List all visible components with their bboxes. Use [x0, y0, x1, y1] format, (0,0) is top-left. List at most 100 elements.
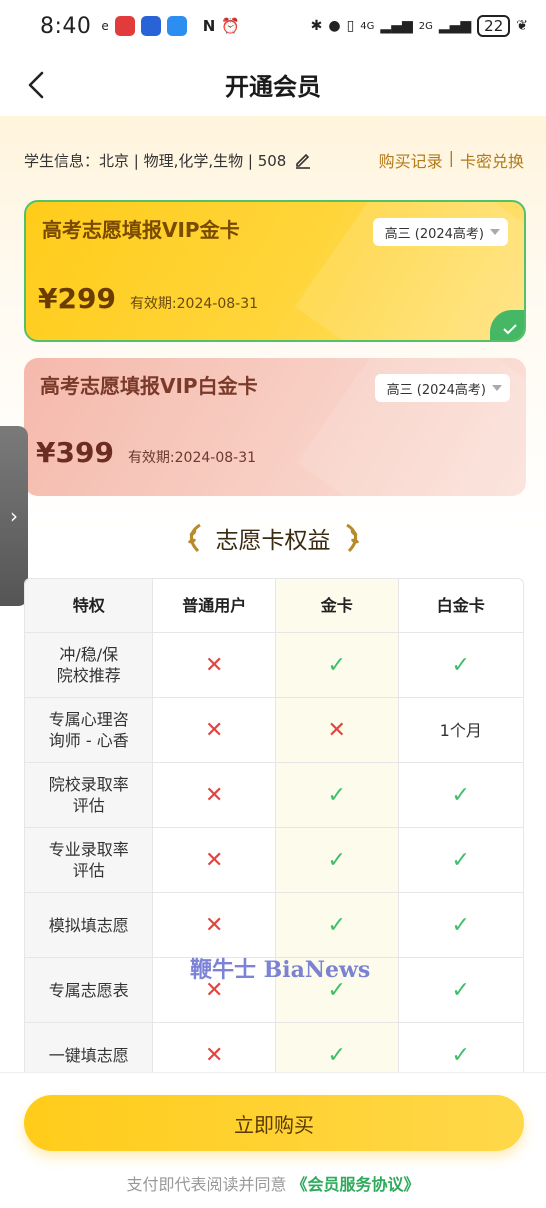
side-drawer-tab[interactable]: › [0, 426, 28, 606]
gold-grade-select[interactable]: 高三 (2024高考) [372, 218, 508, 246]
signal-2g-icon: 2G [418, 20, 433, 32]
table-cell: ✕ [153, 893, 276, 957]
platinum-validity: 有效期:2024-08-31 [127, 450, 257, 466]
table-cell: ✓ [276, 828, 399, 892]
check-icon: ✓ [451, 782, 470, 808]
platinum-grade-select[interactable]: 高三 (2024高考) [374, 374, 510, 402]
table-header-row: 特权 普通用户 金卡 白金卡 [25, 579, 523, 633]
status-bar: 8:40 e N ⏰ ✱ ● ▯ 4G ▂▄▆ 2G ▂▄▆ 22 ❦ [0, 0, 546, 52]
table-cell: ✕ [153, 698, 276, 762]
table-cell: ✓ [398, 828, 523, 892]
watermark: 鞭牛士 BiaNews [190, 957, 371, 983]
table-cell: 一键填志愿 [25, 1023, 154, 1072]
leaf-icon: ❦ [516, 18, 528, 34]
platinum-grade-value: 高三 (2024高考) [386, 382, 486, 398]
signal-bars-icon: ▂▄▆ [380, 18, 413, 34]
privilege-name: 一键填志愿 [48, 1045, 129, 1065]
agreement-prefix: 支付即代表阅读并同意 [126, 1175, 287, 1194]
cross-icon: ✕ [205, 652, 224, 678]
signal-bars-2-icon: ▂▄▆ [438, 18, 472, 34]
table-row: 专属心理咨 询师 - 心香 ✕ ✕ 1个月 [25, 698, 523, 763]
table-header-cell: 金卡 [276, 579, 399, 632]
table-cell: ✕ [153, 633, 276, 697]
page-title: 开通会员 [225, 72, 321, 101]
table-cell: 院校录取率 评估 [25, 763, 154, 827]
chevron-down-icon [492, 385, 502, 391]
student-info-row: 学生信息：北京 | 物理,化学,生物 | 508 购买记录 | 卡密兑换 [24, 146, 524, 174]
link-separator: | [448, 148, 454, 167]
table-cell: ✓ [398, 1023, 523, 1072]
table-cell: 冲/稳/保 院校推荐 [25, 633, 154, 697]
table-header-cell: 特权 [25, 579, 154, 632]
agreement-text: 支付即代表阅读并同意 《会员服务协议》 [0, 1171, 546, 1195]
table-cell: 1个月 [398, 698, 523, 762]
platinum-card[interactable]: 高考志愿填报VIP白金卡 高三 (2024高考) ¥399 有效期:2024-0… [24, 358, 526, 496]
table-cell: 专业录取率 评估 [25, 828, 154, 892]
service-agreement-link[interactable]: 《会员服务协议》 [292, 1175, 420, 1194]
table-row: 冲/稳/保 院校推荐 ✕ ✓ ✓ [25, 633, 523, 698]
table-cell: ✕ [276, 698, 399, 762]
privilege-name: 院校录取率 评估 [48, 775, 129, 815]
table-cell: 专属心理咨 询师 - 心香 [25, 698, 154, 762]
cross-icon: ✕ [205, 717, 224, 743]
check-icon: ✓ [451, 977, 470, 1003]
back-arrow-icon[interactable] [24, 70, 48, 100]
alarm-icon: ⏰ [221, 17, 241, 35]
table-cell: ✓ [276, 1023, 399, 1072]
benefits-section-title: 志愿卡权益 [0, 518, 546, 558]
bottom-bar: 立即购买 支付即代表阅读并同意 《会员服务协议》 [0, 1072, 546, 1208]
app-blue-icon [140, 16, 161, 36]
header-links: 购买记录 | 卡密兑换 [379, 148, 524, 172]
edit-icon[interactable] [294, 151, 312, 169]
mic-icon: ● [328, 18, 341, 34]
table-cell: ✓ [398, 958, 523, 1022]
check-icon: ✓ [451, 1042, 470, 1068]
cell-text: 1个月 [439, 720, 482, 740]
gold-price: ¥299 [38, 282, 116, 315]
bluetooth-icon: ✱ [310, 18, 323, 34]
table-cell: ✓ [398, 633, 523, 697]
laurel-left-icon [187, 523, 201, 553]
check-icon: ✓ [327, 652, 346, 678]
table-row: 模拟填志愿 ✕ ✓ ✓ [25, 893, 523, 958]
table-cell: 专属志愿表 [25, 958, 154, 1022]
table-header-cell: 普通用户 [153, 579, 276, 632]
purchase-history-link[interactable]: 购买记录 [379, 148, 443, 172]
gold-card[interactable]: 高考志愿填报VIP金卡 高三 (2024高考) ¥299 有效期:2024-08… [24, 200, 526, 342]
privilege-name: 专业录取率 评估 [48, 840, 129, 880]
table-row: 一键填志愿 ✕ ✓ ✓ [25, 1023, 523, 1072]
check-icon: ✓ [327, 782, 346, 808]
nav-header: 开通会员 [0, 52, 546, 116]
system-icons: ✱ ● ▯ 4G ▂▄▆ 2G ▂▄▆ 22 ❦ [311, 15, 528, 37]
status-time: 8:40 [40, 13, 92, 39]
platinum-card-title: 高考志愿填报VIP白金卡 [40, 374, 258, 398]
platinum-price: ¥399 [36, 436, 114, 469]
table-cell: 模拟填志愿 [25, 893, 154, 957]
table-row: 专业录取率 评估 ✕ ✓ ✓ [25, 828, 523, 893]
signal-4g-icon: 4G [360, 20, 375, 32]
gold-validity: 有效期:2024-08-31 [129, 296, 259, 312]
laurel-right-icon [345, 523, 359, 553]
table-cell: ✕ [153, 763, 276, 827]
check-icon: ✓ [327, 847, 346, 873]
table-body: 冲/稳/保 院校推荐 ✕ ✓ ✓ 专属心理咨 询师 - 心香 ✕ ✕ 1个月 院校录取率 评估 ✕… [25, 633, 523, 1072]
cross-icon: ✕ [327, 717, 346, 743]
redeem-link[interactable]: 卡密兑换 [460, 148, 524, 172]
check-icon: ✓ [451, 912, 470, 938]
student-info-text: 学生信息：北京 | 物理,化学,生物 | 508 [24, 151, 287, 170]
vibrate-icon: ▯ [346, 18, 355, 34]
table-cell: ✕ [153, 828, 276, 892]
app-red-icon [114, 16, 135, 36]
check-icon: ✓ [327, 912, 346, 938]
table-cell: ✓ [276, 763, 399, 827]
check-icon: ✓ [451, 847, 470, 873]
cross-icon: ✕ [205, 912, 224, 938]
table-cell: ✓ [398, 893, 523, 957]
sync-icon: e [101, 19, 109, 33]
gold-price-row: ¥299 有效期:2024-08-31 [38, 282, 258, 315]
buy-now-button[interactable]: 立即购买 [24, 1095, 524, 1151]
gold-card-title: 高考志愿填报VIP金卡 [42, 218, 240, 242]
chevron-down-icon [490, 229, 500, 235]
table-cell: ✓ [398, 763, 523, 827]
privilege-name: 模拟填志愿 [48, 915, 129, 935]
